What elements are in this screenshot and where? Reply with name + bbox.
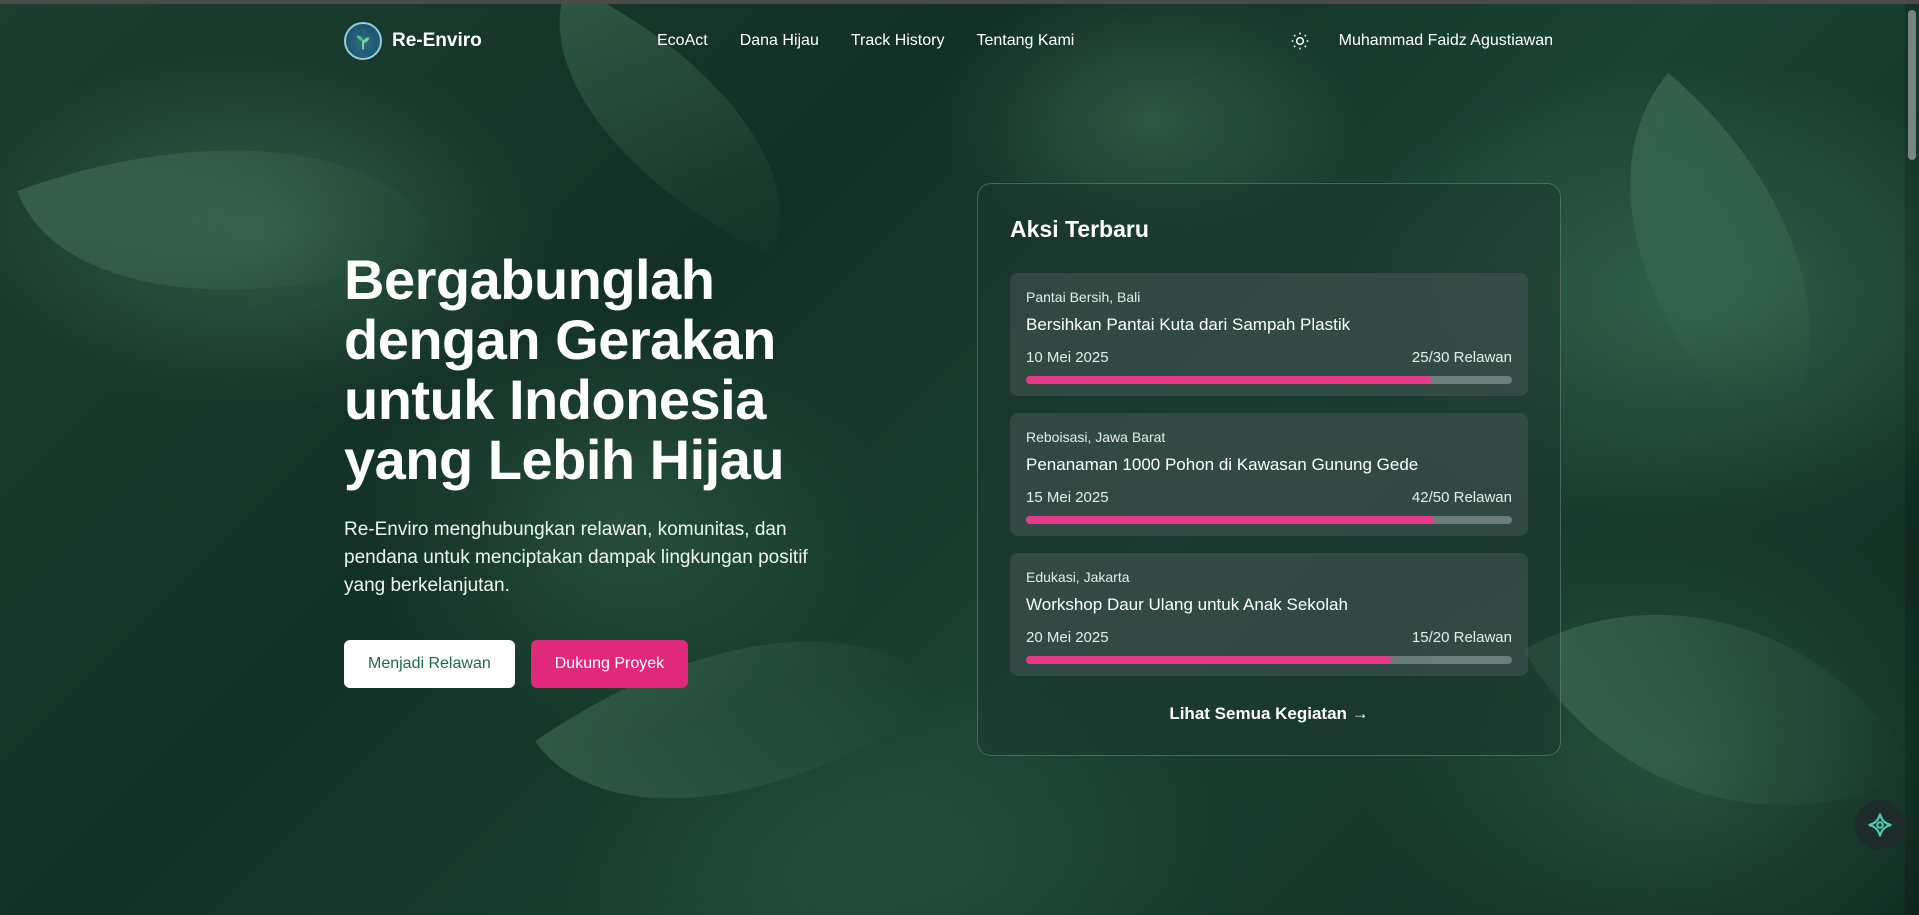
- globe-plant-icon: [344, 22, 382, 60]
- action-date: 10 Mei 2025: [1026, 349, 1109, 366]
- brand[interactable]: Re-Enviro: [344, 22, 482, 60]
- scrollbar-thumb[interactable]: [1908, 10, 1916, 160]
- action-title: Workshop Daur Ulang untuk Anak Sekolah: [1026, 595, 1348, 614]
- navbar: Re-Enviro EcoAct Dana Hijau Track Histor…: [344, 18, 1553, 64]
- action-card[interactable]: Pantai Bersih, Bali Bersihkan Pantai Kut…: [1010, 273, 1528, 396]
- nav-right: Muhammad Faidz Agustiawan: [1289, 30, 1553, 52]
- hero-title: Bergabunglah dengan Gerakan untuk Indone…: [344, 248, 785, 491]
- action-volunteers: 25/30 Relawan: [1411, 349, 1512, 366]
- action-location: Edukasi, Jakarta: [1026, 569, 1130, 585]
- progress-fill: [1026, 516, 1435, 524]
- action-title: Bersihkan Pantai Kuta dari Sampah Plasti…: [1026, 315, 1351, 334]
- nav-item-track-history[interactable]: Track History: [851, 32, 945, 50]
- action-card[interactable]: Edukasi, Jakarta Workshop Daur Ulang unt…: [1010, 553, 1528, 676]
- sun-icon[interactable]: [1289, 30, 1311, 52]
- action-card[interactable]: Reboisasi, Jawa Barat Penanaman 1000 Poh…: [1010, 413, 1528, 536]
- sparkle-icon[interactable]: [1855, 800, 1905, 850]
- hero: Bergabunglah dengan Gerakan untuk Indone…: [344, 250, 864, 688]
- action-location: Pantai Bersih, Bali: [1026, 289, 1141, 305]
- see-all-link[interactable]: Lihat Semua Kegiatan →: [1010, 704, 1528, 724]
- action-date: 20 Mei 2025: [1026, 629, 1109, 646]
- action-list: Pantai Bersih, Bali Bersihkan Pantai Kut…: [1010, 273, 1528, 676]
- action-volunteers: 15/20 Relawan: [1411, 629, 1512, 646]
- support-project-button[interactable]: Dukung Proyek: [530, 640, 689, 688]
- progress-bar: [1026, 376, 1512, 384]
- brand-name: Re-Enviro: [392, 30, 482, 51]
- action-meta: 10 Mei 2025 25/30 Relawan: [1026, 349, 1512, 366]
- action-volunteers: 42/50 Relawan: [1411, 489, 1512, 506]
- user-name[interactable]: Muhammad Faidz Agustiawan: [1339, 32, 1553, 50]
- panel-title: Aksi Terbaru: [1010, 216, 1149, 242]
- hero-actions: Menjadi Relawan Dukung Proyek: [344, 640, 864, 688]
- nav-item-ecoact[interactable]: EcoAct: [657, 32, 708, 50]
- main-menu: EcoAct Dana Hijau Track History Tentang …: [657, 32, 1074, 50]
- action-title: Penanaman 1000 Pohon di Kawasan Gunung G…: [1026, 455, 1419, 474]
- progress-fill: [1026, 656, 1391, 664]
- window-top-border: [0, 0, 1919, 4]
- action-location: Reboisasi, Jawa Barat: [1026, 429, 1166, 445]
- progress-fill: [1026, 376, 1431, 384]
- scrollbar[interactable]: [1905, 4, 1919, 915]
- hero-subtitle: Re-Enviro menghubungkan relawan, komunit…: [344, 519, 808, 596]
- progress-bar: [1026, 516, 1512, 524]
- action-meta: 15 Mei 2025 42/50 Relawan: [1026, 489, 1512, 506]
- nav-item-tentang-kami[interactable]: Tentang Kami: [976, 32, 1074, 50]
- background-image: [0, 0, 1919, 915]
- action-meta: 20 Mei 2025 15/20 Relawan: [1026, 629, 1512, 646]
- nav-item-dana-hijau[interactable]: Dana Hijau: [740, 32, 819, 50]
- latest-actions-panel: Aksi Terbaru Pantai Bersih, Bali Bersihk…: [977, 183, 1561, 756]
- volunteer-button[interactable]: Menjadi Relawan: [344, 640, 515, 688]
- progress-bar: [1026, 656, 1512, 664]
- action-date: 15 Mei 2025: [1026, 489, 1109, 506]
